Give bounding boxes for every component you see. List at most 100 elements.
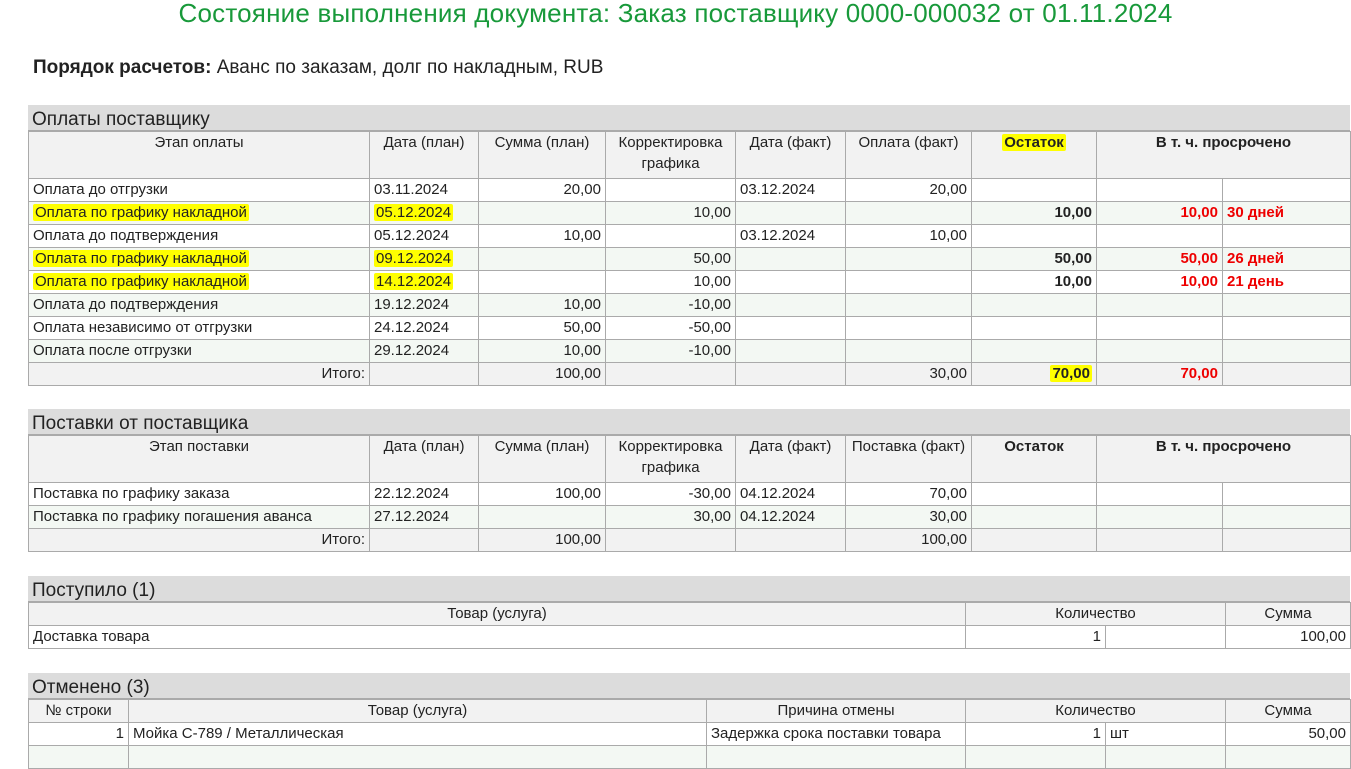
date-fact-cell: 04.12.2024 bbox=[735, 505, 846, 529]
rest-cell bbox=[971, 178, 1097, 202]
fact-amount-cell bbox=[845, 270, 972, 294]
adjustment-cell: 50,00 bbox=[605, 247, 736, 271]
total-sum-plan: 100,00 bbox=[478, 362, 606, 386]
column-header: Дата (план) bbox=[369, 435, 479, 483]
stage-cell: Оплата до подтверждения bbox=[28, 293, 370, 317]
overdue-amount-cell bbox=[1096, 505, 1223, 529]
table-row: Доставка товара 1 100,00 bbox=[28, 625, 1351, 649]
total-rest bbox=[971, 528, 1097, 552]
highlighted-text: Оплата по графику накладной bbox=[33, 273, 249, 290]
date-fact-cell bbox=[735, 247, 846, 271]
page-title: Состояние выполнения документа: Заказ по… bbox=[178, 0, 1173, 28]
highlighted-text: 05.12.2024 bbox=[374, 204, 454, 221]
sum-plan-cell: 10,00 bbox=[478, 339, 606, 363]
date-plan-cell: 22.12.2024 bbox=[369, 482, 479, 506]
rest-cell bbox=[971, 339, 1097, 363]
highlighted-text: Остаток bbox=[1002, 134, 1066, 151]
overdue-amount-cell bbox=[1096, 224, 1223, 248]
overdue-days-cell bbox=[1221, 316, 1351, 340]
header-row: Этап поставки Дата (план) Сумма (план) Корр… bbox=[28, 435, 1351, 483]
stage-cell: Оплата по графику накладной bbox=[28, 201, 370, 225]
header-row: Товар (услуга) Количество Сумма bbox=[28, 602, 1351, 626]
rest-cell: 10,00 bbox=[971, 201, 1097, 225]
item-cell: Мойка С-789 / Металлическая bbox=[128, 722, 707, 746]
overdue-days-cell: 30 дней bbox=[1221, 201, 1351, 225]
fact-amount-cell: 70,00 bbox=[845, 482, 972, 506]
item-cell: Доставка товара bbox=[28, 625, 966, 649]
payments-section-title: Оплаты поставщику bbox=[28, 105, 1350, 131]
stage-cell: Оплата по графику накладной bbox=[28, 270, 370, 294]
column-header: Корректировка графика bbox=[605, 435, 736, 483]
payments-section: Оплаты поставщику Этап оплаты Дата (план)… bbox=[28, 105, 1351, 386]
column-header: № строки bbox=[28, 699, 129, 723]
column-header: Количество bbox=[965, 602, 1226, 626]
fact-amount-cell bbox=[845, 339, 972, 363]
total-overdue bbox=[1096, 528, 1223, 552]
date-fact-cell: 04.12.2024 bbox=[735, 482, 846, 506]
line-number-cell: 1 bbox=[28, 722, 129, 746]
column-header: Сумма (план) bbox=[478, 435, 606, 483]
fact-amount-cell bbox=[845, 247, 972, 271]
column-header: Причина отмены bbox=[706, 699, 966, 723]
table-row: Оплата по графику накладной 14.12.2024 10,… bbox=[28, 270, 1351, 294]
total-label: Итого: bbox=[28, 528, 370, 552]
column-header: Остаток bbox=[971, 435, 1097, 483]
highlighted-text: 14.12.2024 bbox=[374, 273, 454, 290]
sum-plan-cell: 10,00 bbox=[478, 224, 606, 248]
highlighted-text: Оплата по графику накладной bbox=[33, 250, 249, 267]
sum-cell: 50,00 bbox=[1225, 722, 1351, 746]
column-header: Сумма bbox=[1225, 699, 1351, 723]
unit-cell bbox=[1105, 625, 1226, 649]
rest-cell: 10,00 bbox=[971, 270, 1097, 294]
table-row: Оплата независимо от отгрузки 24.12.2024 5… bbox=[28, 316, 1351, 340]
empty-cell bbox=[605, 528, 736, 552]
total-row: Итого: 100,00 100,00 bbox=[28, 528, 1351, 552]
highlighted-text: 70,00 bbox=[1050, 365, 1092, 382]
unit-cell: шт bbox=[1105, 722, 1226, 746]
overdue-amount-cell bbox=[1096, 293, 1223, 317]
overdue-days-cell bbox=[1221, 482, 1351, 506]
table-row: Поставка по графику заказа 22.12.2024 100,… bbox=[28, 482, 1351, 506]
sum-plan-cell bbox=[478, 505, 606, 529]
table-row: Поставка по графику погашения аванса 27.1… bbox=[28, 505, 1351, 529]
highlighted-text: Оплата по графику накладной bbox=[33, 204, 249, 221]
rest-cell bbox=[971, 316, 1097, 340]
adjustment-cell: -10,00 bbox=[605, 339, 736, 363]
overdue-amount-cell: 50,00 bbox=[1096, 247, 1223, 271]
date-fact-cell: 03.12.2024 bbox=[735, 178, 846, 202]
date-plan-cell: 27.12.2024 bbox=[369, 505, 479, 529]
total-label: Итого: bbox=[28, 362, 370, 386]
fact-amount-cell bbox=[845, 316, 972, 340]
column-header: Дата (факт) bbox=[735, 131, 846, 179]
date-plan-cell: 09.12.2024 bbox=[369, 247, 479, 271]
overdue-amount-cell: 10,00 bbox=[1096, 270, 1223, 294]
empty-cell bbox=[735, 528, 846, 552]
date-plan-cell: 05.12.2024 bbox=[369, 201, 479, 225]
overdue-days-cell bbox=[1221, 339, 1351, 363]
table-row: 1 Мойка С-789 / Металлическая Задержка сро… bbox=[28, 722, 1351, 746]
deliveries-section-title: Поставки от поставщика bbox=[28, 409, 1350, 435]
fact-amount-cell: 20,00 bbox=[845, 178, 972, 202]
column-header: Корректировка графика bbox=[605, 131, 736, 179]
sum-plan-cell: 50,00 bbox=[478, 316, 606, 340]
date-plan-cell: 05.12.2024 bbox=[369, 224, 479, 248]
column-header: Количество bbox=[965, 699, 1226, 723]
overdue-days-cell bbox=[1221, 293, 1351, 317]
date-plan-cell: 03.11.2024 bbox=[369, 178, 479, 202]
column-header: Сумма bbox=[1225, 602, 1351, 626]
sum-plan-cell bbox=[478, 247, 606, 271]
empty-cell bbox=[369, 528, 479, 552]
total-overdue: 70,00 bbox=[1096, 362, 1223, 386]
date-fact-cell bbox=[735, 293, 846, 317]
overdue-amount-cell bbox=[1096, 482, 1223, 506]
sum-plan-cell bbox=[478, 201, 606, 225]
empty-cell bbox=[369, 362, 479, 386]
column-header: В т. ч. просрочено bbox=[1095, 131, 1351, 179]
stage-cell: Поставка по графику заказа bbox=[28, 482, 370, 506]
adjustment-cell: -30,00 bbox=[605, 482, 736, 506]
payment-terms: Порядок расчетов: Аванс по заказам, долг… bbox=[33, 57, 603, 79]
deliveries-section: Поставки от поставщика Этап поставки Дата… bbox=[28, 409, 1351, 552]
rest-cell bbox=[971, 224, 1097, 248]
overdue-amount-cell: 10,00 bbox=[1096, 201, 1223, 225]
sum-cell: 100,00 bbox=[1225, 625, 1351, 649]
